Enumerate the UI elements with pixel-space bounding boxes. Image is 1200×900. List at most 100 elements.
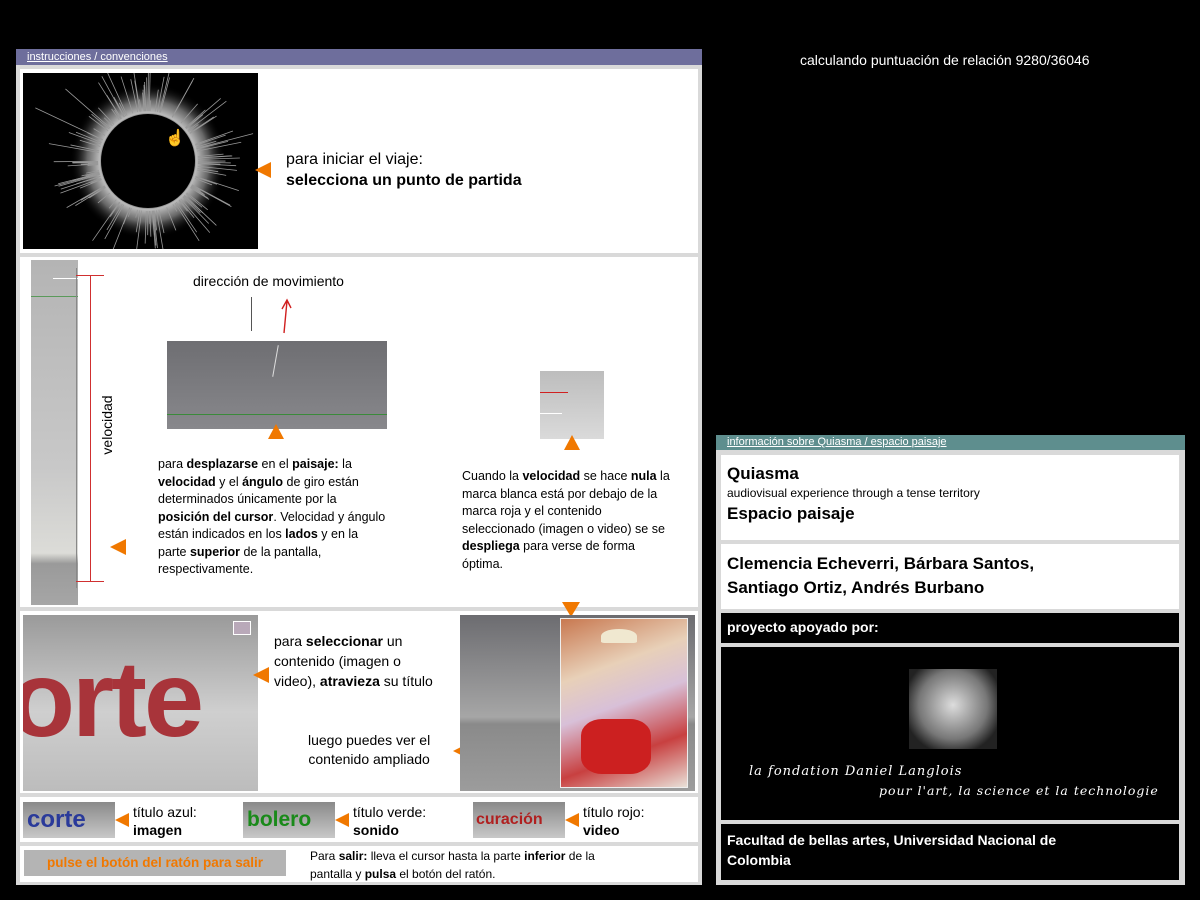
direction-arrow-icon	[281, 298, 292, 334]
project-title: Quiasma	[727, 464, 799, 483]
faculty: Facultad de bellas artes, Universidad Na…	[727, 832, 1057, 868]
velocity-white-marker	[53, 278, 78, 279]
expanded-scene-preview[interactable]	[460, 615, 695, 791]
status-text: calculando puntuación de relación 9280/3…	[800, 52, 1090, 68]
select-panel: orte para seleccionar un contenido (imag…	[20, 602, 698, 793]
start-line2: selecciona un punto de partida	[286, 172, 522, 189]
title-scene-preview[interactable]: orte	[23, 615, 258, 791]
foundation-hand-logo	[909, 669, 997, 749]
faculty-box: Facultad de bellas artes, Universidad Na…	[721, 824, 1179, 880]
foundation-tagline: pour l'art, la science et la technologie	[879, 783, 1159, 798]
legend-text: título azul: imagen	[133, 803, 197, 839]
project-subtitle: audiovisual experience through a tense t…	[727, 486, 980, 500]
null-part: despliega	[462, 539, 520, 553]
velocity-label: velocidad	[99, 395, 115, 455]
title-box: Quiasma audiovisual experience through a…	[721, 455, 1179, 540]
exit-panel: pulse el botón del ratón para salir Para…	[20, 846, 698, 882]
legend-arrow-icon	[335, 813, 349, 827]
select-part: su título	[379, 673, 433, 689]
hand-cursor-icon: ☝	[165, 130, 185, 147]
desc-part: posición del cursor	[158, 509, 274, 524]
movement-description: para desplazarse en el paisaje: la veloc…	[158, 456, 386, 579]
arrow-left-icon	[255, 162, 271, 178]
legend-label: título verde:	[353, 804, 427, 820]
desc-part: ángulo	[242, 474, 284, 489]
info-header-label: información sobre Quiasma / espacio pais…	[727, 436, 947, 448]
null-part: velocidad	[522, 469, 581, 483]
exit-button[interactable]: pulse el botón del ratón para salir	[24, 850, 286, 876]
legend-word: curación	[476, 811, 543, 828]
legend-text: título verde: sonido	[353, 803, 426, 839]
velocity-scale	[76, 268, 77, 588]
legend-swatch: corte	[23, 802, 115, 838]
legend-label: título rojo:	[583, 804, 645, 820]
supported-box: proyecto apoyado por:	[721, 613, 1179, 643]
foundation-name: la fondation Daniel Langlois	[749, 764, 963, 779]
desc-part: la	[338, 457, 352, 471]
ray	[146, 77, 148, 112]
velocity-range-top	[76, 275, 104, 276]
photo-hat	[601, 629, 637, 643]
exit-description: Para salir: lleva el cursor hasta la par…	[310, 848, 640, 883]
null-description: Cuando la velocidad se hace nula la marc…	[462, 468, 678, 573]
select-description: para seleccionar un contenido (imagen o …	[274, 631, 434, 691]
info-panel: Quiasma audiovisual experience through a…	[716, 450, 1185, 885]
velocity-green-line	[31, 296, 78, 297]
radial-visualization	[35, 73, 254, 249]
starfield-preview[interactable]: ☝	[23, 73, 258, 249]
instructions-header: instrucciones / convenciones	[16, 49, 702, 65]
desc-part: en el	[258, 457, 293, 471]
legend-item: bolero título verde: sonido	[243, 800, 473, 840]
expanded-photo	[560, 618, 688, 788]
exit-part: salir:	[338, 849, 368, 863]
velocity-range-line	[90, 275, 91, 581]
legend-arrow-icon	[115, 813, 129, 827]
null-arrow-icon	[564, 435, 580, 450]
exit-part: Para	[310, 849, 339, 863]
legend-panel: corte título azul: imagen bolero título …	[20, 797, 698, 842]
desc-part: lados	[285, 527, 318, 541]
landscape-arrow-icon	[268, 424, 284, 439]
legend-swatch: bolero	[243, 802, 335, 838]
movement-panel: velocidad dirección de movimiento para d…	[20, 257, 698, 607]
velocity-range-bottom	[76, 581, 104, 582]
legend-value: video	[583, 822, 620, 838]
expanded-line2: contenido ampliado	[308, 751, 430, 767]
desc-part: para	[158, 457, 187, 471]
legend-text: título rojo: video	[583, 803, 644, 839]
select-arrow-icon	[253, 667, 269, 683]
start-text: para iniciar el viaje: selecciona un pun…	[286, 149, 522, 191]
desc-part: y el	[215, 474, 243, 489]
exit-part: lleva el cursor hasta la parte	[367, 849, 525, 863]
landscape-preview	[167, 341, 387, 429]
instructions-header-label: instrucciones / convenciones	[27, 51, 168, 63]
select-part: para	[274, 633, 306, 649]
desc-part: superior	[189, 544, 240, 559]
desc-part: desplazarse	[186, 457, 259, 471]
scene-thumbnail-icon	[233, 621, 251, 635]
expanded-description: luego puedes ver el contenido ampliado	[308, 731, 430, 769]
legend-item: curación título rojo: video	[473, 800, 698, 840]
legend-word: bolero	[247, 808, 312, 831]
white-marker	[540, 413, 562, 414]
select-part: seleccionar	[305, 633, 383, 649]
null-part: Cuando la	[462, 469, 523, 483]
legend-value: imagen	[133, 822, 183, 838]
desc-part: paisaje:	[292, 457, 339, 471]
exit-part: pulsa	[364, 866, 397, 881]
null-marker-preview	[540, 371, 604, 439]
velocity-arrow-icon	[110, 539, 126, 555]
null-part: se hace	[580, 469, 631, 483]
select-part: atravieza	[319, 673, 380, 689]
exit-part: el botón del ratón.	[396, 866, 496, 881]
authors: Clemencia Echeverri, Bárbara Santos, San…	[727, 554, 1035, 597]
start-panel: ☝ para iniciar el viaje: selecciona un p…	[20, 69, 698, 253]
red-marker	[540, 392, 568, 393]
velocity-bar	[31, 260, 78, 605]
photo-red-bag	[581, 719, 651, 774]
supported-by: proyecto apoyado por:	[727, 619, 879, 635]
direction-label: dirección de movimiento	[193, 273, 344, 289]
heading-needle	[272, 345, 279, 377]
desc-part: velocidad	[158, 474, 216, 489]
legend-word: corte	[27, 806, 86, 833]
